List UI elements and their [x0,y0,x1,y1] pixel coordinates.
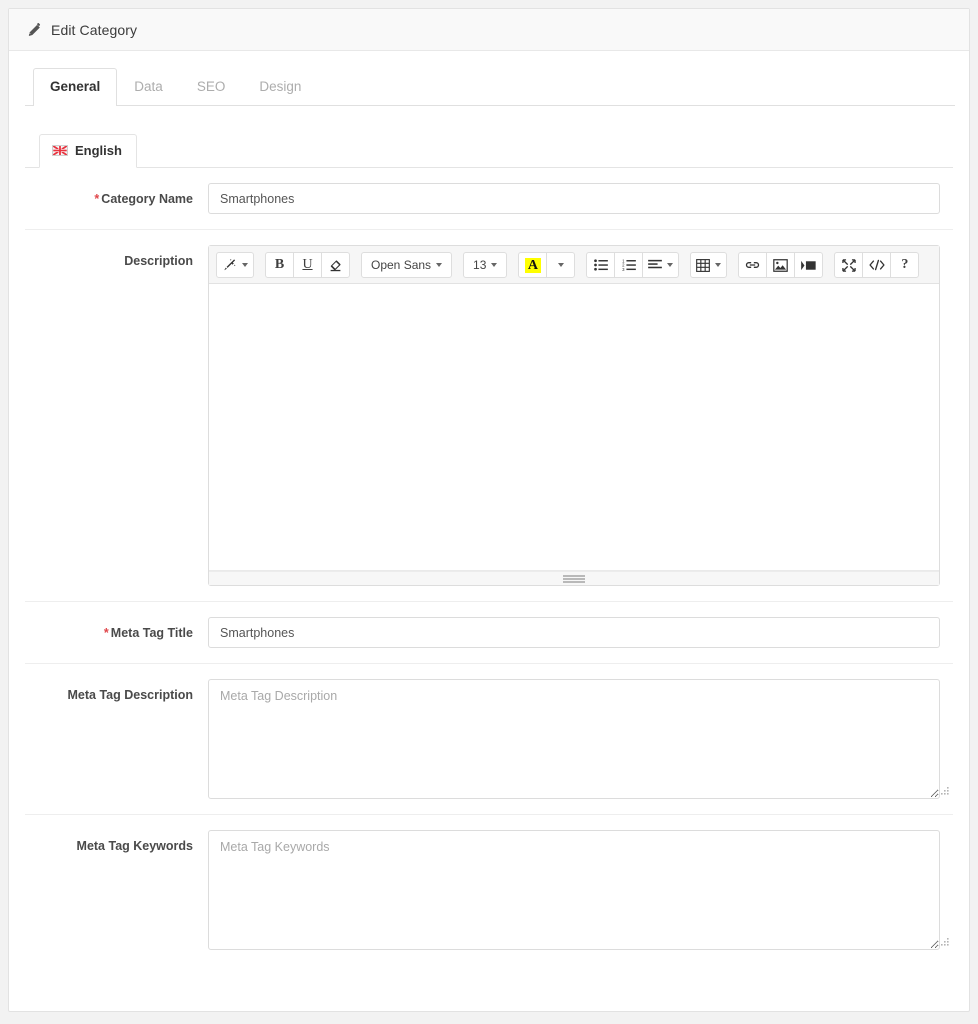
editor-statusbar [209,571,939,585]
chevron-down-icon [557,263,564,267]
font-family-select[interactable]: Open Sans [361,252,453,278]
toolbar-group-font-color: A [518,252,576,278]
tab-data[interactable]: Data [117,68,180,106]
uk-flag-icon [52,145,68,156]
svg-text:3: 3 [622,267,625,271]
edit-category-panel: Edit Category General Data SEO Design En… [8,8,970,1012]
font-size-label: 13 [473,258,487,272]
editor-toolbar: B U Open Sans 13 A 1 2 3 ? [209,246,939,284]
main-tabs: General Data SEO Design [25,67,955,106]
tab-seo[interactable]: SEO [180,68,243,106]
rich-text-editor: B U Open Sans 13 A 1 2 3 ? [208,245,940,586]
toolbar-group-style [216,252,254,278]
meta-tag-description-field-wrap [193,679,953,799]
font-color-dropdown[interactable] [546,252,576,278]
table-icon[interactable] [690,252,728,278]
panel-title-text: Edit Category [51,21,138,38]
unordered-list-icon[interactable] [586,252,616,278]
code-view-icon[interactable] [862,252,892,278]
link-icon[interactable] [738,252,768,278]
tab-general-label: General [50,79,101,94]
tab-general[interactable]: General [33,68,118,106]
meta-tag-description-textarea[interactable] [208,679,940,799]
tab-data-label: Data [134,79,163,94]
bold-button[interactable]: B [265,252,294,278]
font-size-select[interactable]: 13 [463,252,508,278]
tab-seo-label: SEO [196,79,226,94]
meta-tag-title-label: * Meta Tag Title [25,617,193,641]
meta-tag-title-field-wrap [193,617,953,648]
toolbar-group-lists: 1 2 3 [586,252,680,278]
category-name-label-text: Category Name [101,192,193,206]
style-magic-icon[interactable] [216,252,254,278]
chevron-down-icon [715,263,722,267]
toolbar-group-insert [738,252,824,278]
remove-format-icon[interactable] [321,252,350,278]
underline-button[interactable]: U [293,252,322,278]
help-button[interactable]: ? [890,252,920,278]
font-family-label: Open Sans [371,258,432,272]
toolbar-group-format: B U [265,252,350,278]
meta-tag-description-label-text: Meta Tag Description [67,688,193,702]
tab-design-label: Design [259,79,302,94]
chevron-down-icon [242,263,248,267]
meta-tag-keywords-label-text: Meta Tag Keywords [76,839,193,853]
meta-tag-title-label-text: Meta Tag Title [110,626,193,640]
help-button-label: ? [901,257,909,272]
description-label-text: Description [124,254,193,268]
form-row-description: Description B U Open Sans 13 A 1 2 3 ? [25,230,953,602]
chevron-down-icon [436,263,443,267]
meta-tag-description-label: Meta Tag Description [25,679,193,703]
ordered-list-icon[interactable]: 1 2 3 [614,252,644,278]
category-name-input[interactable] [208,183,940,214]
tab-design[interactable]: Design [242,68,318,106]
toolbar-group-font-family: Open Sans [361,252,453,278]
page-title: Edit Category [27,22,137,38]
panel-body: General Data SEO Design English * Catego… [9,51,969,965]
form-row-meta-tag-title: * Meta Tag Title [25,602,953,664]
font-color-label: A [524,257,541,273]
description-field-wrap: B U Open Sans 13 A 1 2 3 ? [193,245,953,586]
editor-resize-handle[interactable] [563,575,585,583]
category-name-field-wrap [193,183,953,214]
toolbar-group-view: ? [834,252,920,278]
video-icon[interactable] [794,252,824,278]
meta-tag-title-input[interactable] [208,617,940,648]
chevron-down-icon [491,263,498,267]
language-tab-label: English [75,143,122,158]
meta-tag-keywords-label: Meta Tag Keywords [25,830,193,854]
textarea-resize-handle [941,938,949,946]
toolbar-group-table [690,252,728,278]
meta-tag-keywords-field-wrap [193,830,953,950]
toolbar-group-font-size: 13 [463,252,508,278]
panel-heading: Edit Category [9,9,969,51]
meta-tag-keywords-textarea[interactable] [208,830,940,950]
fullscreen-icon[interactable] [834,252,864,278]
required-marker: * [94,192,100,206]
font-color-button[interactable]: A [518,252,548,278]
bold-button-label: B [274,257,285,272]
description-label: Description [25,245,193,269]
textarea-resize-handle [941,787,949,795]
language-tabs: English [25,130,953,168]
required-marker: * [103,626,109,640]
category-name-label: * Category Name [25,183,193,207]
form-row-category-name: * Category Name [25,168,953,230]
underline-button-label: U [302,257,313,272]
picture-icon[interactable] [766,252,796,278]
form-row-meta-tag-description: Meta Tag Description [25,664,953,815]
form-row-meta-tag-keywords: Meta Tag Keywords [25,815,953,965]
screen: Edit Category General Data SEO Design En… [0,0,978,1024]
pencil-icon [27,22,42,37]
editor-content-area[interactable] [209,284,939,571]
paragraph-align-icon[interactable] [642,252,680,278]
chevron-down-icon [667,263,674,267]
language-tab-english[interactable]: English [39,134,137,168]
